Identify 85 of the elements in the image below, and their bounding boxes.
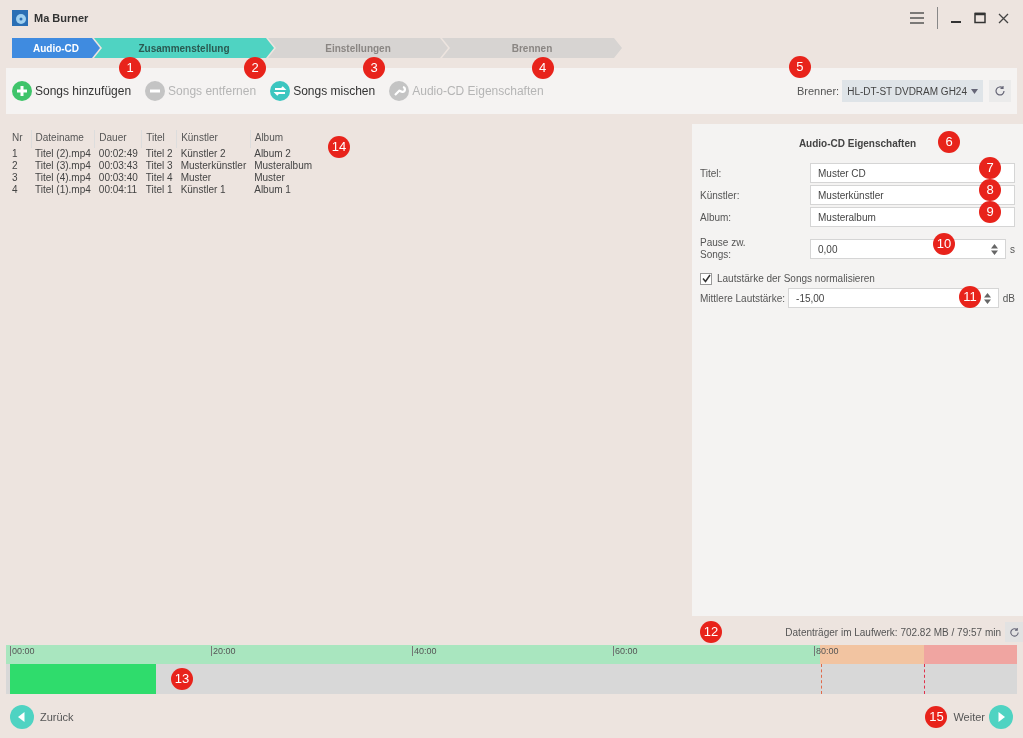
table-cell: Künstler 2 [176, 148, 251, 160]
callout-marker: 7 [979, 157, 1001, 179]
limit-line [924, 664, 925, 694]
table-cell: 00:02:49 [94, 148, 142, 160]
minus-icon [145, 81, 166, 101]
field-label: Mittlere Lautstärke: [700, 291, 786, 306]
panel-title: Audio-CD Eigenschaften [798, 137, 917, 151]
table-cell-text: 00:04:11 [97, 184, 138, 196]
check-icon [701, 274, 711, 283]
table-cell-text: Musterkünstler [179, 160, 248, 172]
callout-marker: 10 [933, 233, 955, 255]
table-cell-text: Titel (1).mp4 [34, 184, 92, 196]
table-cell: Titel 2 [141, 148, 177, 160]
next-button[interactable]: Weiter [953, 705, 1013, 729]
unit-label: dB [1002, 291, 1015, 306]
field-label: Pause zw. Songs: [700, 237, 747, 261]
limit-line [820, 664, 822, 694]
tick-label: 60:00 [613, 646, 638, 656]
table-cell-text: Muster [179, 172, 213, 184]
tick-label: 00:00 [10, 646, 35, 656]
callout-marker: 14 [328, 136, 351, 158]
burner-label: Brenner: [796, 83, 840, 99]
callout-marker: 15 [925, 706, 948, 728]
table-cell-text: 00:03:43 [97, 160, 139, 172]
table-cell-text: 2 [12, 160, 19, 172]
callout-marker: 2 [244, 57, 267, 79]
wizard-step[interactable]: Audio-CD [12, 38, 100, 58]
callout-marker: 3 [363, 57, 386, 79]
table-cell: Titel (2).mp4 [31, 148, 95, 160]
column-header[interactable]: Dauer [94, 130, 142, 148]
window-title: Ma Burner [34, 10, 89, 26]
table-cell-text: Muster [253, 172, 286, 184]
close-icon[interactable] [998, 12, 1009, 24]
callout-marker: 13 [171, 668, 193, 690]
table-cell-text: Titel (4).mp4 [34, 172, 92, 184]
toolbar-button[interactable]: Songs mischen [270, 81, 376, 101]
column-header[interactable]: Album [250, 130, 317, 148]
field-label: Künstler: [700, 188, 741, 203]
column-header[interactable]: Künstler [176, 130, 251, 148]
shuffle-icon [270, 81, 291, 101]
refresh-button[interactable] [989, 80, 1011, 102]
back-button[interactable]: Zurück [10, 705, 74, 729]
disc-info: Datenträger im Laufwerk: 702.82 MB / 79:57 min [785, 625, 1001, 640]
table-cell: 1 [12, 148, 32, 160]
table-cell-text: 4 [12, 184, 19, 196]
menu-icon[interactable] [909, 11, 925, 25]
table-cell-text: 00:03:40 [97, 172, 139, 184]
callout-marker: 12 [700, 621, 722, 643]
column-header[interactable]: Nr [12, 130, 32, 148]
callout-marker: 5 [788, 56, 811, 78]
callout-marker: 11 [959, 286, 981, 308]
table-cell-text: Album 1 [253, 184, 292, 196]
table-cell-text: 3 [12, 172, 19, 184]
refresh-icon [994, 85, 1006, 97]
spinner-icon [983, 292, 991, 304]
wizard-step[interactable]: Zusammenstellung [94, 38, 274, 58]
toolbar-button[interactable]: Songs hinzufügen [12, 81, 132, 101]
app-logo-icon [12, 10, 28, 26]
table-cell-text: Titel 1 [144, 184, 174, 196]
spinner-icon [991, 243, 998, 255]
table-cell: Album 2 [250, 148, 317, 160]
callout-marker: 6 [938, 131, 960, 153]
field-label: Album: [700, 210, 733, 225]
refresh-icon [1008, 626, 1020, 638]
table-cell-text: Künstler 1 [179, 184, 227, 196]
plus-icon [12, 81, 32, 101]
table-cell-text: Musteralbum [253, 160, 314, 172]
column-header[interactable]: Titel [141, 130, 177, 148]
callout-marker: 4 [531, 57, 554, 79]
tick-label: 20:00 [211, 646, 236, 656]
maximize-icon[interactable] [974, 12, 986, 24]
column-header[interactable]: Dateiname [31, 130, 95, 148]
refresh-button[interactable] [1005, 622, 1023, 642]
tick-label: 40:00 [412, 646, 437, 656]
tick-label: 80:00 [814, 646, 839, 656]
checkbox-label: Lautstärke der Songs normalisieren [717, 272, 875, 286]
table-cell-text: Titel 4 [144, 172, 174, 184]
unit-label: s [1010, 242, 1015, 257]
caret-icon [971, 88, 978, 94]
table-cell-text: Titel (3).mp4 [34, 160, 92, 172]
callout-marker: 1 [119, 57, 142, 79]
checkbox[interactable] [700, 272, 712, 285]
table-cell-text: Titel 3 [144, 160, 174, 172]
burner-dropdown[interactable]: HL-DT-ST DVDRAM GH24 [842, 80, 983, 102]
field-label: Titel: [700, 166, 723, 181]
